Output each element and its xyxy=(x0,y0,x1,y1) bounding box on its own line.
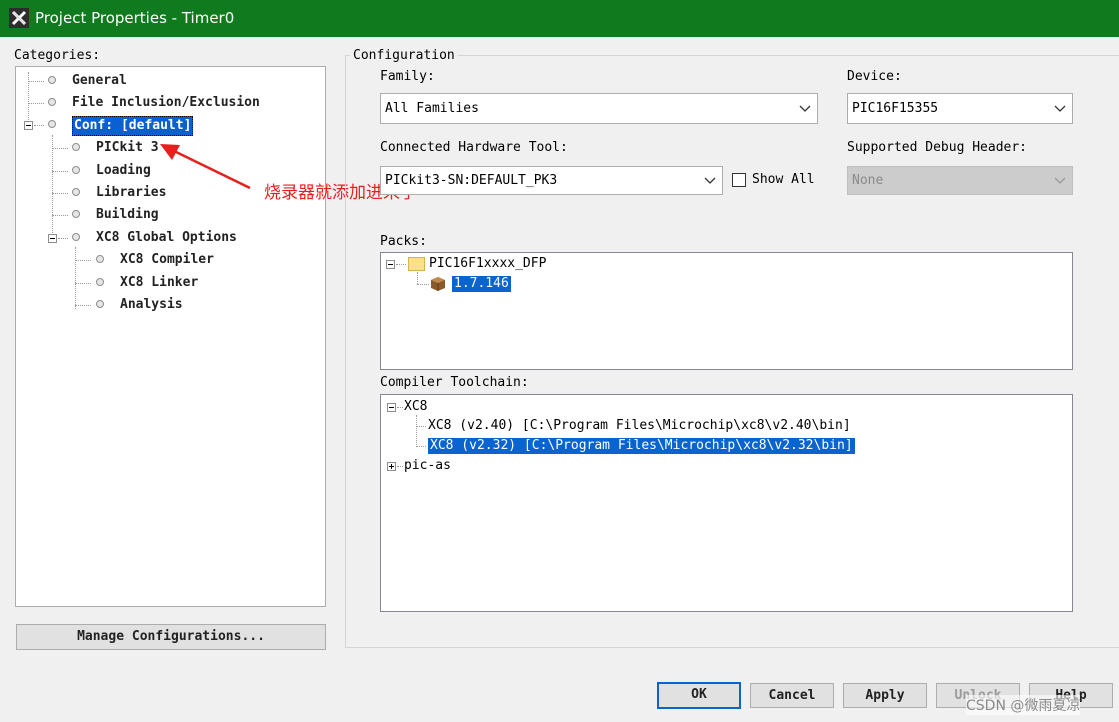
bullet-icon xyxy=(72,210,80,218)
chevron-down-icon xyxy=(1054,177,1066,184)
hardware-tool-label: Connected Hardware Tool: xyxy=(380,140,568,155)
pack-root[interactable]: PIC16F1xxxx_DFP xyxy=(429,256,546,272)
expand-icon[interactable] xyxy=(387,462,396,471)
tree-item-loading[interactable]: Loading xyxy=(96,162,151,180)
packs-tree[interactable]: PIC16F1xxxx_DFP 1.7.146 xyxy=(380,252,1073,370)
pack-version[interactable]: 1.7.146 xyxy=(452,276,511,292)
debug-header-label: Supported Debug Header: xyxy=(847,140,1028,155)
watermark: CSDN @微雨夏凉 xyxy=(966,695,1081,715)
bullet-icon xyxy=(96,278,104,286)
chevron-down-icon xyxy=(799,105,811,112)
collapse-icon[interactable] xyxy=(387,403,396,412)
hardware-tool-select[interactable]: PICkit3-SN:DEFAULT_PK3 xyxy=(380,166,723,195)
tree-item-conf-default[interactable]: Conf: [default] xyxy=(72,116,194,136)
device-select[interactable]: PIC16F15355 xyxy=(847,93,1073,124)
debug-header-select[interactable]: None xyxy=(847,166,1073,195)
collapse-icon[interactable] xyxy=(48,234,57,243)
ok-button[interactable]: OK xyxy=(657,682,741,709)
window-title: Project Properties - Timer0 xyxy=(35,9,235,27)
collapse-icon[interactable] xyxy=(24,121,33,130)
toolchain-item-v232[interactable]: XC8 (v2.32) [C:\Program Files\Microchip\… xyxy=(428,438,855,454)
device-label: Device: xyxy=(847,69,902,84)
tree-item-general[interactable]: General xyxy=(72,72,127,90)
bullet-icon xyxy=(48,120,56,128)
toolchain-item-v240[interactable]: XC8 (v2.40) [C:\Program Files\Microchip\… xyxy=(428,418,851,434)
apply-button[interactable]: Apply xyxy=(843,683,927,708)
chevron-down-icon xyxy=(1054,105,1066,112)
bullet-icon xyxy=(72,188,80,196)
family-label: Family: xyxy=(380,69,435,84)
tree-item-xc8-global-options[interactable]: XC8 Global Options xyxy=(96,229,237,247)
manage-configurations-button[interactable]: Manage Configurations... xyxy=(16,624,326,650)
title-bar: Project Properties - Timer0 xyxy=(0,0,1119,37)
hardware-tool-value: PICkit3-SN:DEFAULT_PK3 xyxy=(385,173,558,188)
show-all-label: Show All xyxy=(752,172,815,187)
family-select[interactable]: All Families xyxy=(380,93,818,124)
package-icon xyxy=(431,277,445,291)
bullet-icon xyxy=(72,143,80,151)
bullet-icon xyxy=(48,98,56,106)
app-logo-icon xyxy=(9,8,29,28)
toolchain-label: Compiler Toolchain: xyxy=(380,375,529,390)
debug-header-value: None xyxy=(852,173,884,188)
tree-item-building[interactable]: Building xyxy=(96,206,159,224)
device-value: PIC16F15355 xyxy=(852,101,939,116)
show-all-checkbox[interactable] xyxy=(732,173,746,187)
packs-label: Packs: xyxy=(380,234,427,249)
bullet-icon xyxy=(96,255,104,263)
bullet-icon xyxy=(72,166,80,174)
annotation-arrow-icon xyxy=(160,144,251,190)
collapse-icon[interactable] xyxy=(386,260,395,269)
bullet-icon xyxy=(72,233,80,241)
tree-item-xc8-linker[interactable]: XC8 Linker xyxy=(120,274,198,292)
tree-item-analysis[interactable]: Analysis xyxy=(120,296,183,314)
tree-line xyxy=(75,247,76,309)
family-value: All Families xyxy=(385,101,479,116)
tree-item-xc8-compiler[interactable]: XC8 Compiler xyxy=(120,251,214,269)
toolchain-root-pic-as[interactable]: pic-as xyxy=(404,458,451,474)
toolchain-root-xc8[interactable]: XC8 xyxy=(404,399,427,415)
bullet-icon xyxy=(96,300,104,308)
tree-line xyxy=(52,135,53,243)
cancel-button[interactable]: Cancel xyxy=(750,683,834,708)
toolchain-tree[interactable]: XC8 XC8 (v2.40) [C:\Program Files\Microc… xyxy=(380,394,1073,612)
bullet-icon xyxy=(48,76,56,84)
configuration-group-title: Configuration xyxy=(350,48,458,64)
tree-item-file-inclusion[interactable]: File Inclusion/Exclusion xyxy=(72,94,260,112)
folder-icon xyxy=(408,257,425,271)
chevron-down-icon xyxy=(704,177,716,184)
tree-line xyxy=(28,72,29,124)
categories-label: Categories: xyxy=(14,48,101,63)
